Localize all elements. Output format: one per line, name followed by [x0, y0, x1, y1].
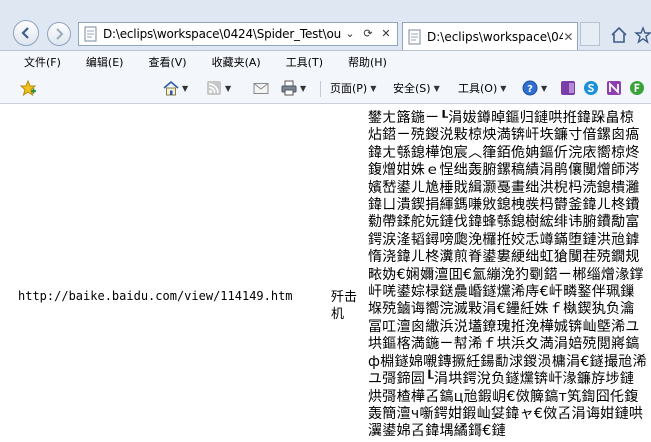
home-toolbar-icon	[163, 80, 179, 96]
skype-icon	[584, 81, 598, 95]
stop-icon[interactable]: ✕	[379, 26, 393, 42]
add-favorite-button[interactable]	[20, 78, 36, 98]
back-button[interactable]	[13, 20, 39, 46]
menu-bar: 文件(F) 编辑(E) 查看(V) 收藏夹(A) 工具(T) 帮助(H)	[0, 51, 651, 73]
address-dropdown-icon[interactable]: ⌄	[343, 26, 357, 42]
safety-dropdown-icon: ▼	[433, 83, 440, 93]
address-bar[interactable]: D:\eclips\workspace\0424\Spider_Test\ou …	[78, 22, 398, 46]
browser-tab[interactable]: D:\eclips\workspace\0424\... ✕	[402, 22, 578, 50]
page-menu-button[interactable]: 页面(P) ▼	[330, 78, 376, 98]
tools-menu-button[interactable]: 工具(O) ▼	[458, 78, 506, 98]
extension-button[interactable]	[629, 78, 645, 98]
forward-button[interactable]	[47, 22, 71, 46]
table-cell-summary: 鐢ㄤ簬鍦ㄧ┖涓妭鐏晫鏂归鏈哄拰鍏跺畠椋炶鍣ㄧ殑鍐涚敤椋炴満锛屽垁鐮寸偣鏍囪瘑鍏ㄤ…	[368, 110, 647, 440]
menu-favorites[interactable]: 收藏夹(A)	[212, 54, 261, 70]
safety-menu-button[interactable]: 安全(S) ▼	[393, 78, 440, 98]
safety-menu-label: 安全(S)	[393, 82, 431, 95]
help-icon: ?	[522, 80, 538, 96]
favorites-add-icon	[20, 80, 36, 96]
help-button[interactable]: ? ▼	[522, 78, 547, 98]
feeds-button[interactable]: ▼	[206, 78, 231, 98]
address-text[interactable]: D:\eclips\workspace\0424\Spider_Test\ou	[103, 27, 343, 41]
menu-view[interactable]: 查看(V)	[148, 54, 186, 70]
forward-arrow-icon	[56, 28, 64, 40]
tab-close-icon[interactable]: ✕	[563, 30, 574, 44]
print-button[interactable]: ▼	[281, 78, 306, 98]
onenote-send-icon	[607, 81, 621, 95]
favorites-star-icon[interactable]	[634, 26, 651, 44]
toolbar-separator	[320, 81, 321, 97]
onenote-button[interactable]	[560, 78, 576, 98]
mail-icon	[253, 83, 269, 94]
table-cell-title: 歼击机	[331, 290, 358, 322]
rss-feed-icon	[207, 81, 221, 95]
page-icon	[84, 26, 97, 42]
back-arrow-icon	[21, 27, 29, 39]
menu-edit[interactable]: 编辑(E)	[86, 54, 124, 70]
table-cell-url: http://baike.baidu.com/view/114149.htm	[18, 289, 293, 303]
read-mail-button[interactable]	[253, 78, 269, 98]
svg-text:?: ?	[527, 84, 533, 95]
home-icon[interactable]	[610, 26, 628, 44]
page-content: http://baike.baidu.com/view/114149.htm 歼…	[0, 104, 651, 442]
help-dropdown-icon[interactable]: ▼	[541, 84, 547, 93]
extension-green-icon	[630, 81, 644, 95]
menu-help[interactable]: 帮助(H)	[348, 54, 387, 70]
feeds-dropdown-icon[interactable]: ▼	[225, 84, 231, 93]
printer-icon	[281, 80, 297, 96]
refresh-icon[interactable]: ⟳	[361, 26, 375, 42]
print-dropdown-icon[interactable]: ▼	[300, 84, 306, 93]
home-button[interactable]: ▼	[163, 78, 188, 98]
menu-file[interactable]: 文件(F)	[24, 54, 61, 70]
onenote-icon	[561, 81, 575, 95]
tools-menu-label: 工具(O)	[458, 82, 498, 95]
onenote-send-button[interactable]	[606, 78, 622, 98]
command-bar: ▼ ▼ ▼ 页面(P) ▼ 安全(S) ▼ 工具(O) ▼ ? ▼	[0, 73, 651, 104]
tools-dropdown-icon: ▼	[500, 83, 507, 93]
tab-page-icon	[408, 29, 421, 44]
tab-title: D:\eclips\workspace\0424\...	[427, 29, 563, 44]
home-dropdown-icon[interactable]: ▼	[182, 84, 188, 93]
menu-tools[interactable]: 工具(T)	[286, 54, 323, 70]
skype-button[interactable]	[583, 78, 599, 98]
page-menu-label: 页面(P)	[330, 82, 368, 95]
new-tab-button[interactable]	[580, 22, 600, 46]
page-dropdown-icon: ▼	[370, 83, 377, 93]
browser-title-bar: D:\eclips\workspace\0424\Spider_Test\ou …	[0, 0, 651, 51]
